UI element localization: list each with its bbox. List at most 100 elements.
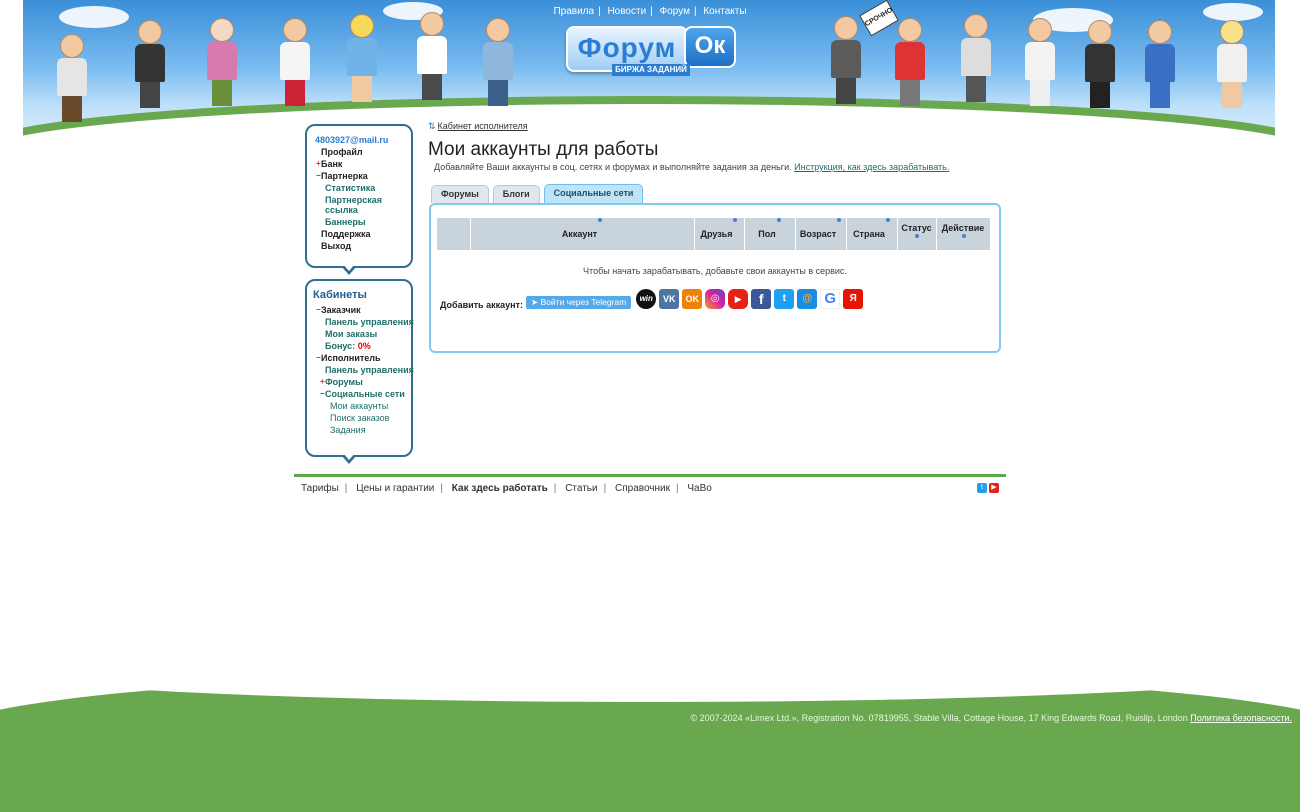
footer-youtube-icon[interactable]: ▶	[989, 483, 999, 493]
info-dot-icon	[837, 218, 842, 222]
bonus-value: 0%	[357, 341, 371, 351]
footer-howto-link[interactable]: Как здесь работать	[452, 483, 548, 494]
footer-articles-link[interactable]: Статьи	[565, 483, 597, 494]
breadcrumb-arrows-icon: ⇅	[428, 121, 436, 131]
menu-bank[interactable]: + Банк	[307, 158, 411, 170]
copyright: © 2007-2024 «Limex Ltd.», Registration N…	[690, 713, 1292, 723]
tabs: Форумы Блоги Социальные сети	[431, 184, 647, 204]
column-gender[interactable]: Пол	[744, 218, 796, 250]
cartoon-person-icon	[1215, 20, 1249, 108]
column-checkbox	[437, 218, 471, 250]
footer-reference-link[interactable]: Справочник	[615, 483, 670, 494]
tab-social-networks[interactable]: Социальные сети	[543, 184, 644, 204]
yandex-icon[interactable]: Я	[843, 289, 864, 309]
cartoon-person-icon	[133, 20, 167, 108]
my-orders-link[interactable]: Мои заказы	[307, 328, 411, 340]
footer-twitter-icon[interactable]: t	[977, 483, 987, 493]
menu-support[interactable]: Поддержка	[307, 228, 411, 240]
collapse-minus-icon: −	[316, 305, 321, 314]
menu-banners[interactable]: Баннеры	[307, 216, 411, 228]
menu-partner-link[interactable]: Партнерская ссылка	[307, 195, 395, 215]
empty-message: Чтобы начать зарабатывать, добавьте свои…	[583, 266, 847, 276]
nav-contacts-link[interactable]: Контакты	[703, 6, 746, 17]
footer-divider	[294, 474, 1006, 477]
my-accounts-link[interactable]: Мои аккаунты	[307, 400, 411, 412]
column-country[interactable]: Страна	[846, 218, 898, 250]
footer-separator: |	[603, 483, 607, 494]
privacy-policy-link[interactable]: Политика безопасности.	[1190, 713, 1292, 723]
page-title: Мои аккаунты для работы	[428, 139, 659, 160]
bonus-line: Бонус: 0%	[307, 340, 411, 352]
tab-forums[interactable]: Форумы	[431, 185, 489, 203]
footer-tariffs-link[interactable]: Тарифы	[301, 483, 339, 494]
cabinets-box: Кабинеты − Заказчик Панель управления Мои…	[305, 279, 414, 464]
speech-tail	[341, 264, 357, 275]
table-header: Аккаунт Друзья Пол Возраст Страна Статус…	[437, 218, 990, 250]
tab-blogs[interactable]: Блоги	[492, 185, 540, 203]
google-icon[interactable]: G	[820, 289, 841, 309]
cabinet-executor[interactable]: − Исполнитель	[307, 352, 411, 364]
column-action[interactable]: Действие	[936, 218, 990, 250]
info-dot-icon	[598, 218, 603, 222]
menu-stats[interactable]: Статистика	[307, 182, 411, 194]
cabinet-customer[interactable]: − Заказчик	[307, 304, 411, 316]
speech-tail	[341, 453, 357, 464]
forums-link[interactable]: + Форумы	[307, 376, 411, 388]
add-account-label: Добавить аккаунт:	[440, 300, 523, 310]
menu-partner-label: Партнерка	[321, 171, 368, 181]
logo-subtitle: БИРЖА ЗАДАНИЙ	[612, 64, 690, 76]
column-age[interactable]: Возраст	[795, 218, 847, 250]
info-dot-icon	[733, 218, 738, 222]
cartoon-person-icon	[481, 18, 515, 106]
tasks-link[interactable]: Задания	[307, 424, 411, 436]
site-logo[interactable]: Форум Ок БИРЖА ЗАДАНИЙ	[566, 26, 736, 76]
column-account[interactable]: Аккаунт	[470, 218, 695, 250]
menu-profile[interactable]: Профайл	[307, 146, 411, 158]
menu-partner[interactable]: − Партнерка	[307, 170, 411, 182]
nav-news-link[interactable]: Новости	[607, 6, 646, 17]
nav-rules-link[interactable]: Правила	[553, 6, 594, 17]
footer-separator: |	[440, 483, 443, 494]
nav-separator: |	[598, 6, 601, 17]
social-link[interactable]: − Социальные сети	[307, 388, 411, 400]
cabinet-executor-label: Исполнитель	[321, 353, 381, 363]
cartoon-person-icon	[829, 16, 863, 104]
telegram-button-label: Войти через Telegram	[540, 297, 627, 307]
footer-separator: |	[676, 483, 679, 494]
cartoon-person-icon	[1143, 20, 1177, 108]
user-email[interactable]: 4803927@mail.ru	[307, 134, 411, 146]
footer-prices-link[interactable]: Цены и гарантии	[356, 483, 434, 494]
collapse-minus-icon: −	[316, 171, 321, 180]
copyright-text: © 2007-2024 «Limex Ltd.», Registration N…	[690, 713, 1188, 723]
breadcrumb: ⇅ Кабинет исполнителя	[428, 121, 528, 132]
column-friends[interactable]: Друзья	[694, 218, 745, 250]
vk-icon[interactable]: VK	[659, 289, 680, 309]
customer-panel-link[interactable]: Панель управления	[307, 316, 414, 328]
page-description: Добавляйте Ваши аккаунты в соц. сетях и …	[434, 162, 949, 172]
executor-panel-link[interactable]: Панель управления	[307, 364, 414, 376]
cartoon-person-icon	[278, 18, 312, 106]
odnoklassniki-icon[interactable]: OK	[682, 289, 703, 309]
forums-link-label: Форумы	[325, 377, 363, 387]
description-text: Добавляйте Ваши аккаунты в соц. сетях и …	[434, 162, 792, 172]
twitter-icon[interactable]: t	[774, 289, 795, 309]
collapse-minus-icon: −	[320, 389, 325, 398]
cartoon-person-icon	[959, 14, 993, 102]
telegram-login-button[interactable]: ➤ Войти через Telegram	[525, 296, 632, 309]
facebook-icon[interactable]: f	[751, 289, 772, 309]
cabinets-title: Кабинеты	[313, 289, 367, 301]
breadcrumb-executor-link[interactable]: Кабинет исполнителя	[438, 121, 528, 131]
footer-faq-link[interactable]: ЧаВо	[687, 483, 711, 494]
order-search-link[interactable]: Поиск заказов	[307, 412, 411, 424]
youtube-icon[interactable]: ▶	[728, 289, 749, 309]
nav-forum-link[interactable]: Форум	[660, 6, 690, 17]
instagram-icon[interactable]: ◎	[705, 289, 726, 309]
column-status[interactable]: Статус	[897, 218, 937, 250]
instruction-link[interactable]: Инструкция, как здесь зарабатывать.	[794, 162, 949, 172]
info-dot-icon	[961, 234, 966, 238]
expand-plus-icon: +	[316, 159, 321, 168]
menu-logout[interactable]: Выход	[307, 240, 411, 252]
cartoon-person-icon	[205, 18, 239, 106]
win-icon[interactable]: win	[636, 289, 657, 309]
mailru-icon[interactable]: @	[797, 289, 818, 309]
